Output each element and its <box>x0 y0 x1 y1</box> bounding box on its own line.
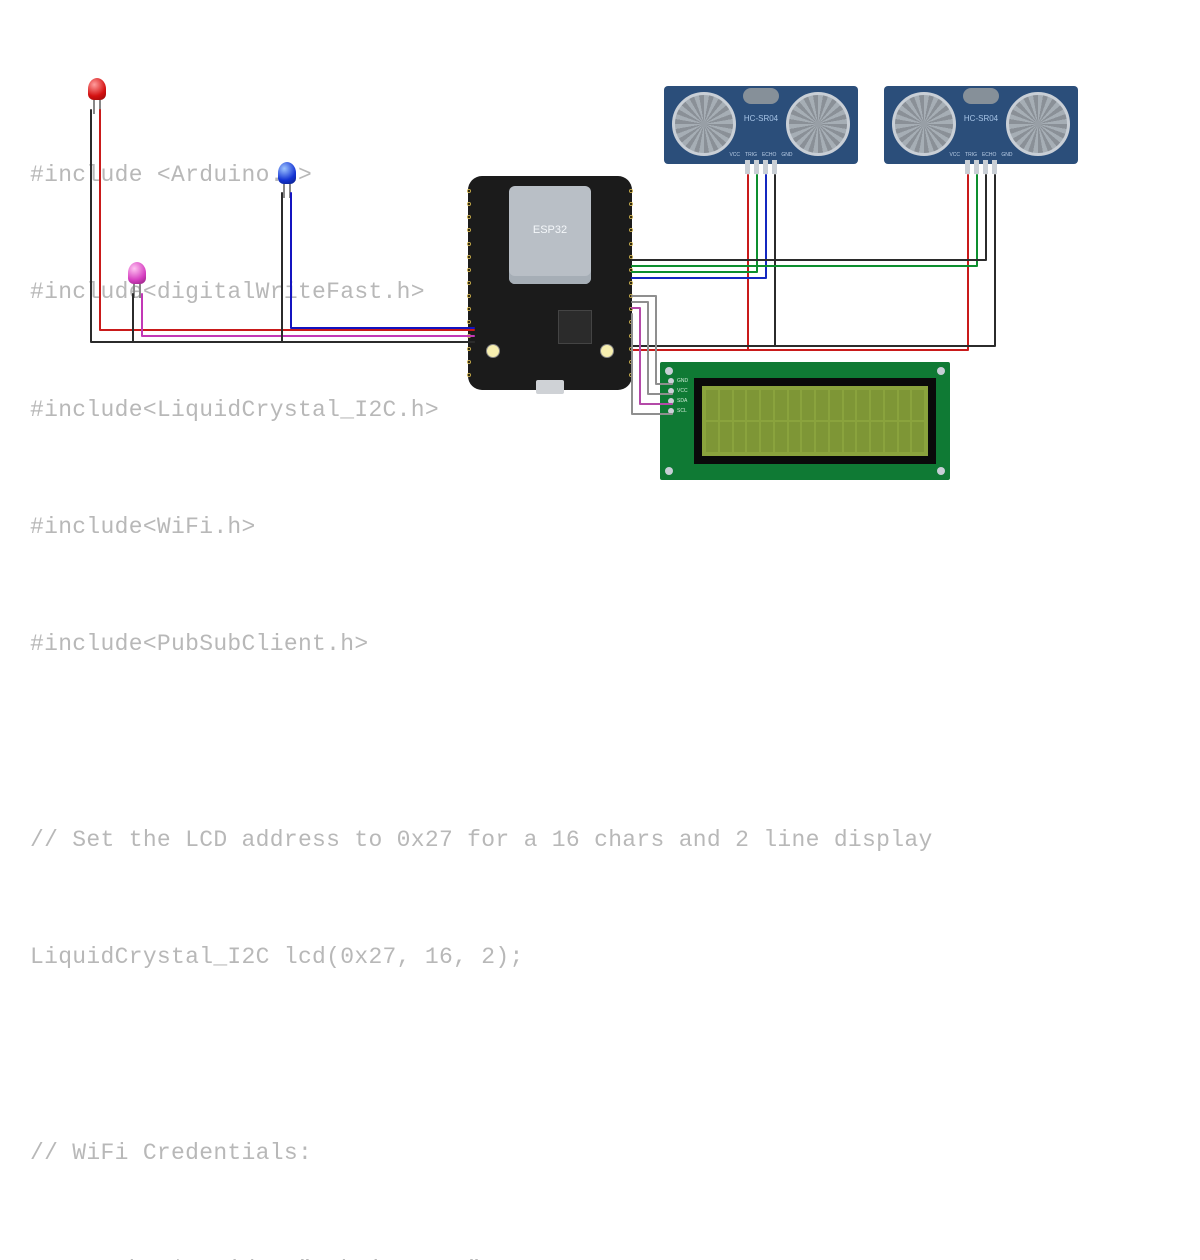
screw-icon <box>665 467 673 475</box>
pin-label: TRIG <box>965 152 977 158</box>
code-line: #include<WiFi.h> <box>30 508 590 547</box>
pin-label: SDA <box>677 398 687 404</box>
led-blue[interactable] <box>278 162 296 184</box>
code-line: #include<LiquidCrystal_I2C.h> <box>30 391 590 430</box>
esp32-board[interactable]: ESP32 <box>468 176 632 390</box>
sonar-transducer-icon <box>1006 92 1070 156</box>
pin-label: VCC <box>677 388 688 394</box>
pin-label: ECHO <box>982 152 996 158</box>
lcd-i2c-header: GND VCC SDA SCL <box>668 378 688 414</box>
sonar-model-label: HC-SR04 <box>744 114 778 123</box>
pin-label: TRIG <box>745 152 757 158</box>
esp32-mcu-chip <box>558 310 592 344</box>
code-line: // Set the LCD address to 0x27 for a 16 … <box>30 821 590 860</box>
sonar-model-label: HC-SR04 <box>964 114 998 123</box>
sonar-transducer-icon <box>786 92 850 156</box>
esp32-shield: ESP32 <box>509 186 591 284</box>
code-line: #include<PubSubClient.h> <box>30 625 590 664</box>
ultrasonic-sensor-1[interactable]: HC-SR04 VCC TRIG ECHO GND <box>664 86 858 164</box>
pin-label: GND <box>781 152 792 158</box>
usb-port-icon <box>536 380 564 394</box>
pin-label: VCC <box>949 152 960 158</box>
screw-icon <box>937 367 945 375</box>
boot-button[interactable] <box>486 344 500 358</box>
pin-label: GND <box>677 378 688 384</box>
en-button[interactable] <box>600 344 614 358</box>
lcd-bezel <box>694 378 936 464</box>
crystal-icon <box>963 88 999 104</box>
screw-icon <box>665 367 673 375</box>
sonar-transducer-icon <box>672 92 736 156</box>
code-line: // WiFi Credentials: <box>30 1134 590 1173</box>
ultrasonic-sensor-2[interactable]: HC-SR04 VCC TRIG ECHO GND <box>884 86 1078 164</box>
pin-label: GND <box>1001 152 1012 158</box>
pin-label: VCC <box>729 152 740 158</box>
crystal-icon <box>743 88 779 104</box>
sonar-transducer-icon <box>892 92 956 156</box>
led-red[interactable] <box>88 78 106 100</box>
pin-label: SCL <box>677 408 687 414</box>
lcd-1602-i2c[interactable]: GND VCC SDA SCL <box>660 362 950 480</box>
led-pink[interactable] <box>128 262 146 284</box>
code-line: LiquidCrystal_I2C lcd(0x27, 16, 2); <box>30 938 590 977</box>
screw-icon <box>937 467 945 475</box>
code-line: const char* ssid = "Wokwi-GUEST"; <box>30 1251 590 1260</box>
pin-label: ECHO <box>762 152 776 158</box>
lcd-screen <box>702 386 928 456</box>
esp32-label: ESP32 <box>509 224 591 236</box>
